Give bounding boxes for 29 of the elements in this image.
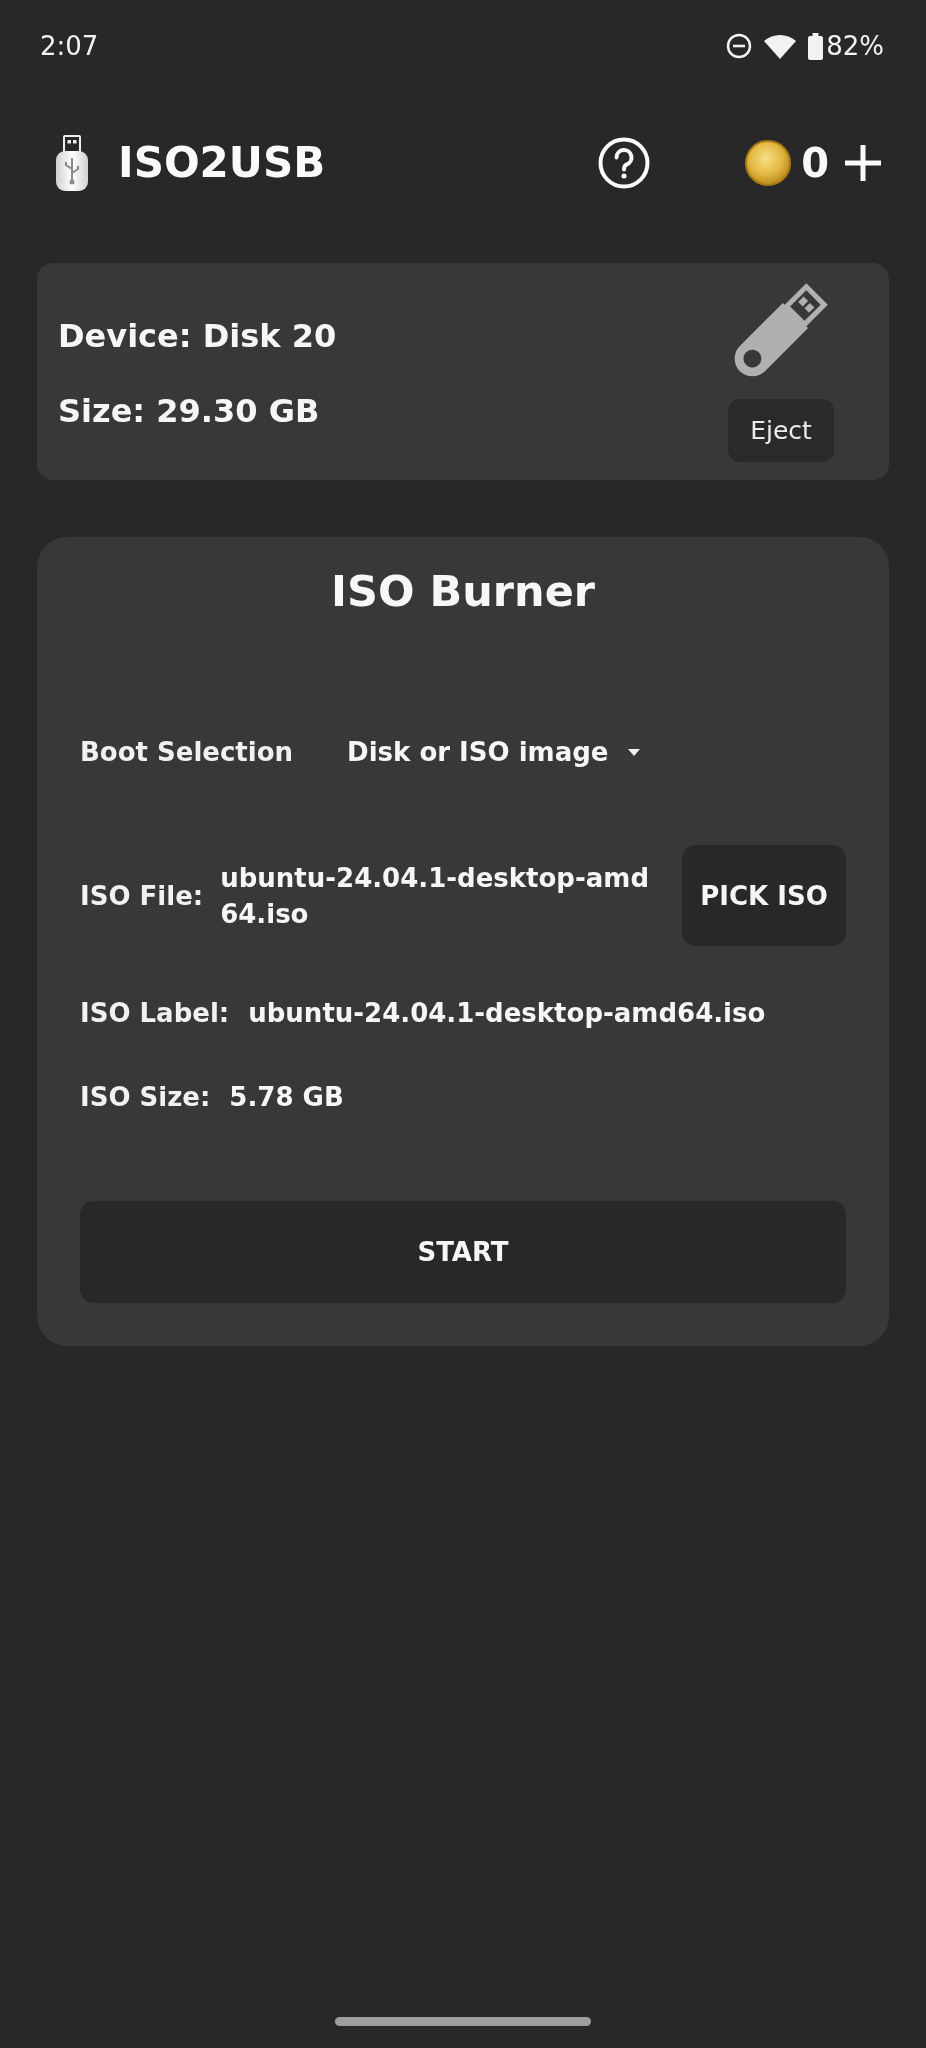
battery-icon: [808, 32, 824, 60]
iso-file-name: ubuntu-24.04.1-desktop-amd64.iso: [220, 861, 650, 931]
do-not-disturb-icon: [726, 33, 753, 59]
app-title: ISO2USB: [118, 137, 327, 189]
info-label: ISO Size:: [80, 1081, 211, 1114]
iso-file-label: ISO File:: [80, 879, 204, 913]
add-coins-button[interactable]: [844, 144, 882, 182]
wifi-icon: [764, 33, 797, 59]
start-button[interactable]: START: [80, 1201, 846, 1303]
info-label: ISO Label:: [80, 997, 230, 1030]
help-icon: [598, 137, 651, 189]
info-value: 5.78 GB: [229, 1081, 344, 1114]
usb-drive-icon: [734, 283, 828, 377]
boot-selection-dropdown[interactable]: Disk or ISO image: [347, 735, 641, 769]
usb-stick-icon: [55, 135, 89, 191]
pick-iso-button[interactable]: PICK ISO: [682, 845, 846, 946]
battery-percentage: 82%: [826, 31, 884, 61]
device-name: Device: Disk 20: [58, 316, 337, 356]
status-time: 2:07: [40, 31, 99, 61]
caret-icon: [628, 748, 641, 756]
device-size: Size: 29.30 GB: [58, 391, 321, 431]
boot-selection-label: Boot Selection: [80, 736, 294, 769]
coin-icon: [745, 140, 792, 186]
eject-button[interactable]: Eject: [728, 399, 834, 462]
info-value: ubuntu-24.04.1-desktop-amd64.iso: [248, 997, 766, 1030]
plus-icon: [844, 144, 882, 182]
card-title: ISO Burner: [329, 565, 597, 618]
coin-count: 0: [801, 139, 829, 188]
help-button[interactable]: [598, 137, 651, 189]
